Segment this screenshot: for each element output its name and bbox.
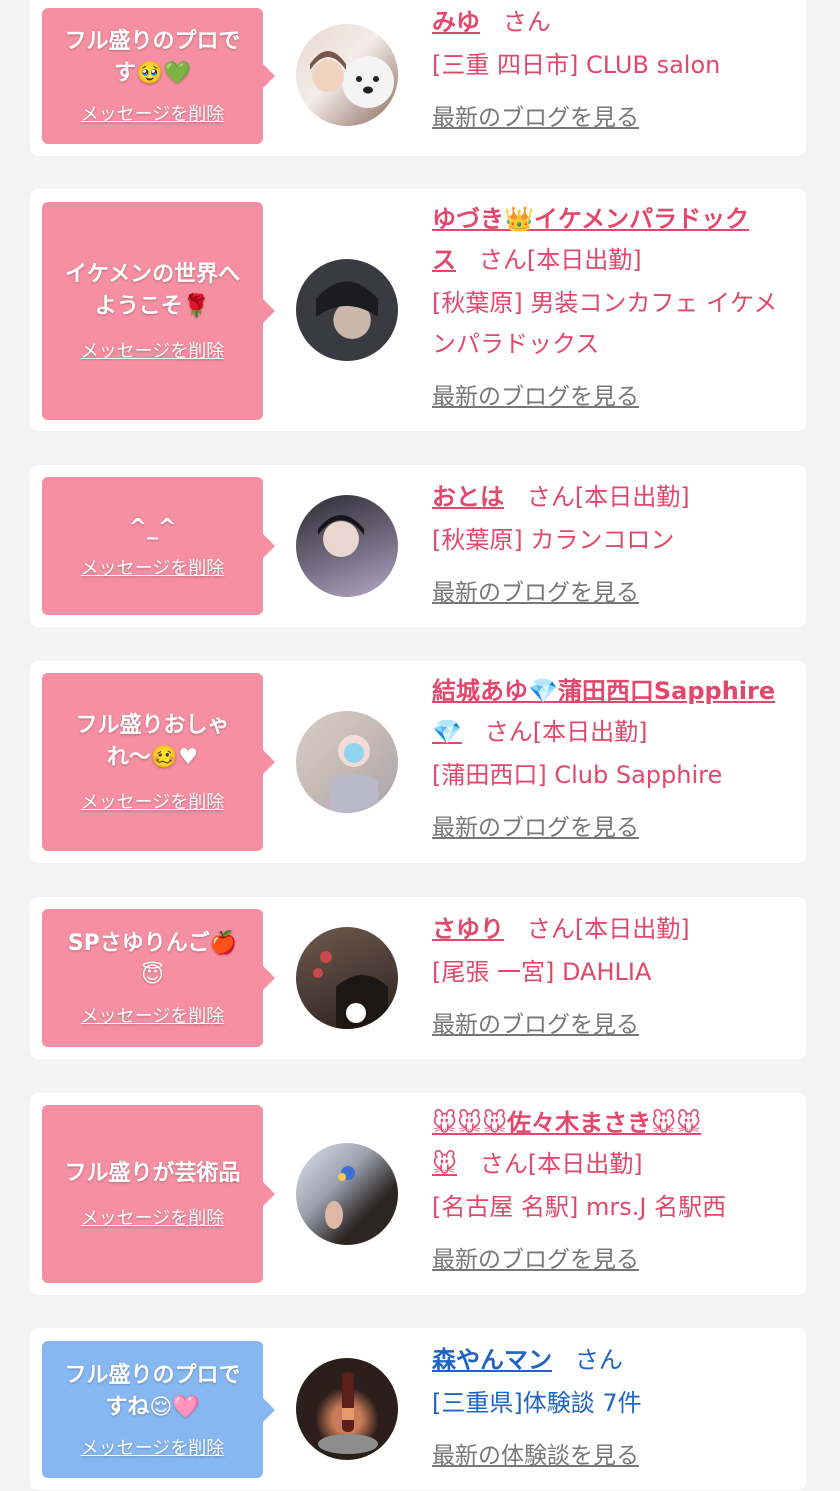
shop-info: [尾張 一宮] DAHLIA	[432, 958, 652, 986]
avatar[interactable]	[296, 1143, 398, 1245]
member-info: 結城あゆ💎蒲田西口Sapphire 💎 さん[本日出勤] [蒲田西口] Club…	[432, 671, 792, 849]
member-suffix: さん[本日出勤]	[526, 915, 690, 943]
avatar[interactable]	[296, 927, 398, 1029]
message-bubble: フル盛りが芸術品 メッセージを削除	[42, 1105, 275, 1283]
shop-info: [蒲田西口] Club Sapphire	[432, 761, 723, 789]
latest-blog-link[interactable]: 最新のブログを見る	[432, 808, 792, 849]
latest-review-link[interactable]: 最新の体験談を見る	[432, 1436, 792, 1477]
delete-message-link[interactable]: メッセージを削除	[81, 1434, 225, 1460]
member-suffix: さん[本日出勤]	[484, 718, 648, 746]
member-name-link[interactable]: さゆり	[432, 915, 504, 943]
shop-info: [秋葉原] 男装コンカフェ イケメンパラドックス	[432, 289, 778, 358]
avatar-image	[325, 1166, 355, 1229]
member-info: 森やんマン さん [三重県]体験談 7件 最新の体験談を見る	[432, 1340, 792, 1477]
message-text: ^_^	[128, 515, 177, 540]
avatar-image	[310, 51, 394, 108]
favorite-card: イケメンの世界へ ようこそ🌹 メッセージを削除 ゆづき👑イケメンパラドック ス …	[30, 189, 806, 431]
message-bubble: SPさゆりんご🍎 😇 メッセージを削除	[42, 909, 275, 1047]
message-bubble: フル盛りのプロで す🥹💚 メッセージを削除	[42, 8, 275, 144]
member-info: ゆづき👑イケメンパラドック ス さん[本日出勤] [秋葉原] 男装コンカフェ イ…	[432, 199, 792, 418]
delete-message-link[interactable]: メッセージを削除	[81, 788, 225, 814]
avatar-image	[313, 951, 388, 1029]
member-suffix: さん	[574, 1346, 623, 1374]
member-info: おとは さん[本日出勤] [秋葉原] カランコロン 最新のブログを見る	[432, 477, 792, 614]
delete-message-link[interactable]: メッセージを削除	[81, 100, 225, 126]
favorite-card: ^_^ メッセージを削除 おとは さん[本日出勤] [秋葉原] カランコロン 最…	[30, 465, 806, 627]
delete-message-link[interactable]: メッセージを削除	[81, 1204, 225, 1230]
latest-blog-link[interactable]: 最新のブログを見る	[432, 1240, 792, 1281]
avatar[interactable]	[296, 495, 398, 597]
member-info: さゆり さん[本日出勤] [尾張 一宮] DAHLIA 最新のブログを見る	[432, 909, 792, 1046]
member-name-link[interactable]: 森やんマン	[432, 1346, 552, 1374]
avatar[interactable]	[296, 1358, 398, 1460]
message-text: フル盛りのプロで すね😌🩷	[64, 1362, 241, 1420]
message-text: SPさゆりんご🍎 😇	[67, 931, 238, 988]
favorite-card: フル盛りが芸術品 メッセージを削除 🐭🐭🐭佐々木まさき🐭🐭 🐭 さん[本日出勤]…	[30, 1093, 806, 1295]
member-suffix: さん	[502, 8, 551, 36]
message-text: フル盛りおしゃ れ〜🥴♥	[75, 713, 230, 770]
delete-message-link[interactable]: メッセージを削除	[81, 554, 225, 580]
avatar[interactable]	[296, 711, 398, 813]
message-text: フル盛りのプロで す🥹💚	[64, 29, 241, 86]
shop-info: [名古屋 名駅] mrs.J 名駅西	[432, 1193, 727, 1221]
member-suffix: さん[本日出勤]	[479, 1150, 643, 1178]
message-text: イケメンの世界へ ようこそ🌹	[64, 262, 241, 319]
delete-message-link[interactable]: メッセージを削除	[81, 337, 225, 363]
favorite-card: フル盛りのプロで すね😌🩷 メッセージを削除 森やんマン さん [三重県]体験談…	[30, 1328, 806, 1490]
latest-blog-link[interactable]: 最新のブログを見る	[432, 98, 792, 139]
latest-blog-link[interactable]: 最新のブログを見る	[432, 573, 792, 614]
message-bubble: ^_^ メッセージを削除	[42, 477, 275, 615]
shop-info: [三重県]体験談 7件	[432, 1389, 642, 1417]
favorite-card: SPさゆりんご🍎 😇 メッセージを削除 さゆり さん[本日出勤] [尾張 一宮]…	[30, 897, 806, 1059]
delete-message-link[interactable]: メッセージを削除	[81, 1002, 225, 1028]
avatar[interactable]	[296, 259, 398, 361]
member-info: みゆ さん [三重 四日市] CLUB salon 最新のブログを見る	[432, 2, 792, 139]
member-info: 🐭🐭🐭佐々木まさき🐭🐭 🐭 さん[本日出勤] [名古屋 名駅] mrs.J 名駅…	[432, 1103, 792, 1281]
member-suffix: さん[本日出勤]	[478, 246, 642, 274]
latest-blog-link[interactable]: 最新のブログを見る	[432, 1005, 792, 1046]
message-text: フル盛りが芸術品	[64, 1161, 241, 1186]
avatar-image	[316, 281, 378, 317]
shop-info: [三重 四日市] CLUB salon	[432, 51, 721, 79]
latest-blog-link[interactable]: 最新のブログを見る	[432, 377, 792, 418]
avatar-image	[318, 515, 364, 557]
shop-info: [秋葉原] カランコロン	[432, 526, 675, 554]
avatar-image	[330, 735, 378, 813]
message-bubble: イケメンの世界へ ようこそ🌹 メッセージを削除	[42, 202, 275, 420]
member-name-link[interactable]: おとは	[432, 483, 504, 511]
favorite-card: フル盛りのプロで す🥹💚 メッセージを削除 みゆ さん [三重 四日市] CLU…	[30, 0, 806, 156]
avatar-image	[318, 1372, 378, 1454]
favorite-card: フル盛りおしゃ れ〜🥴♥ メッセージを削除 結城あゆ💎蒲田西口Sapphire …	[30, 661, 806, 863]
message-bubble: フル盛りのプロで すね😌🩷 メッセージを削除	[42, 1341, 275, 1478]
member-name-link[interactable]: みゆ	[432, 8, 480, 36]
message-bubble: フル盛りおしゃ れ〜🥴♥ メッセージを削除	[42, 673, 275, 851]
member-suffix: さん[本日出勤]	[526, 483, 690, 511]
avatar[interactable]	[296, 24, 398, 126]
